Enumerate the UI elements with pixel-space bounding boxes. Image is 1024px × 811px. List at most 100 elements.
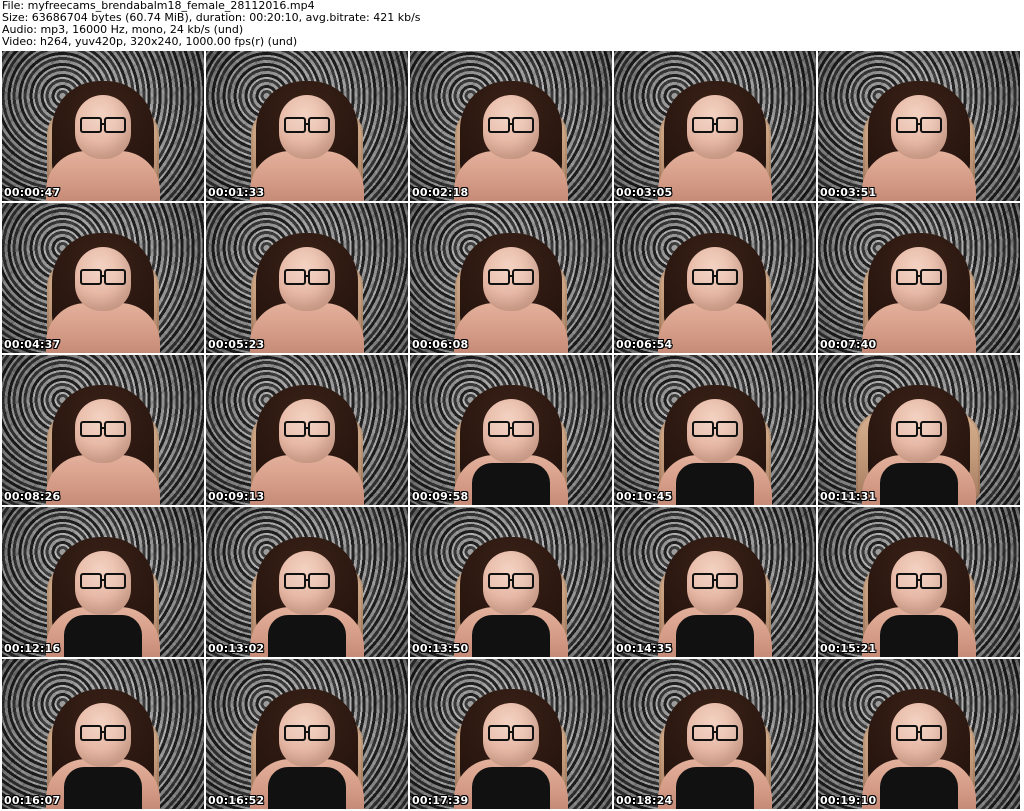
glasses-lens-right bbox=[308, 117, 330, 133]
video-thumbnail: 00:02:18 bbox=[410, 51, 612, 201]
glasses-lens-left bbox=[80, 421, 102, 437]
black-top bbox=[676, 615, 754, 657]
glasses-lens-right bbox=[308, 725, 330, 741]
thumbnail-timestamp: 00:03:51 bbox=[820, 186, 877, 199]
glasses-lens-left bbox=[284, 117, 306, 133]
glasses-icon bbox=[284, 573, 330, 589]
glasses-lens-left bbox=[284, 269, 306, 285]
video-thumbnail: 00:11:31 bbox=[818, 355, 1020, 505]
black-top bbox=[472, 463, 550, 505]
glasses-icon bbox=[80, 725, 126, 741]
glasses-lens-left bbox=[80, 117, 102, 133]
black-top bbox=[64, 615, 142, 657]
thumbnail-timestamp: 00:13:50 bbox=[412, 642, 469, 655]
glasses-lens-left bbox=[80, 269, 102, 285]
glasses-icon bbox=[488, 725, 534, 741]
glasses-lens-left bbox=[80, 573, 102, 589]
video-thumbnail: 00:06:08 bbox=[410, 203, 612, 353]
glasses-icon bbox=[488, 421, 534, 437]
glasses-icon bbox=[488, 573, 534, 589]
thumbnail-timestamp: 00:15:21 bbox=[820, 642, 877, 655]
glasses-lens-left bbox=[488, 421, 510, 437]
video-thumbnail: 00:09:58 bbox=[410, 355, 612, 505]
glasses-lens-left bbox=[896, 269, 918, 285]
video-thumbnail: 00:00:47 bbox=[2, 51, 204, 201]
video-thumbnail: 00:17:39 bbox=[410, 659, 612, 809]
glasses-lens-right bbox=[920, 117, 942, 133]
video-thumbnail: 00:08:26 bbox=[2, 355, 204, 505]
glasses-lens-right bbox=[512, 573, 534, 589]
thumbnail-timestamp: 00:03:05 bbox=[616, 186, 673, 199]
video-info-header: File: myfreecams_brendabalm18_female_281… bbox=[2, 0, 1022, 50]
glasses-icon bbox=[80, 573, 126, 589]
glasses-lens-right bbox=[716, 117, 738, 133]
glasses-icon bbox=[692, 421, 738, 437]
thumbnail-timestamp: 00:12:16 bbox=[4, 642, 61, 655]
thumbnail-timestamp: 00:13:02 bbox=[208, 642, 265, 655]
video-thumbnail: 00:13:50 bbox=[410, 507, 612, 657]
thumbnail-timestamp: 00:06:54 bbox=[616, 338, 673, 351]
black-top bbox=[676, 463, 754, 505]
glasses-lens-left bbox=[896, 421, 918, 437]
glasses-lens-left bbox=[896, 725, 918, 741]
glasses-lens-left bbox=[488, 269, 510, 285]
glasses-lens-right bbox=[104, 421, 126, 437]
glasses-lens-left bbox=[692, 573, 714, 589]
thumbnail-timestamp: 00:05:23 bbox=[208, 338, 265, 351]
black-top bbox=[880, 615, 958, 657]
thumbnail-grid: 00:00:47 00:01:33 00:02:18 00:03:05 00:03:51… bbox=[0, 51, 1024, 811]
glasses-lens-right bbox=[920, 725, 942, 741]
glasses-lens-left bbox=[692, 269, 714, 285]
glasses-lens-left bbox=[692, 117, 714, 133]
glasses-lens-right bbox=[308, 573, 330, 589]
glasses-icon bbox=[692, 269, 738, 285]
black-top bbox=[676, 767, 754, 809]
thumbnail-timestamp: 00:07:40 bbox=[820, 338, 877, 351]
black-top bbox=[64, 767, 142, 809]
glasses-lens-left bbox=[80, 725, 102, 741]
video-thumbnail: 00:03:05 bbox=[614, 51, 816, 201]
video-thumbnail: 00:12:16 bbox=[2, 507, 204, 657]
glasses-lens-right bbox=[716, 725, 738, 741]
thumbnail-timestamp: 00:10:45 bbox=[616, 490, 673, 503]
glasses-lens-right bbox=[512, 421, 534, 437]
glasses-lens-left bbox=[488, 117, 510, 133]
glasses-lens-right bbox=[512, 725, 534, 741]
video-thumbnail: 00:10:45 bbox=[614, 355, 816, 505]
thumbnail-timestamp: 00:08:26 bbox=[4, 490, 61, 503]
glasses-lens-left bbox=[896, 117, 918, 133]
video-thumbnail: 00:05:23 bbox=[206, 203, 408, 353]
video-info: Video: h264, yuv420p, 320x240, 1000.00 f… bbox=[2, 35, 298, 48]
thumbnail-timestamp: 00:01:33 bbox=[208, 186, 265, 199]
video-thumbnail: 00:16:07 bbox=[2, 659, 204, 809]
glasses-icon bbox=[692, 117, 738, 133]
glasses-icon bbox=[284, 269, 330, 285]
glasses-lens-left bbox=[284, 573, 306, 589]
glasses-lens-right bbox=[716, 573, 738, 589]
black-top bbox=[880, 463, 958, 505]
video-thumbnail: 00:19:10 bbox=[818, 659, 1020, 809]
glasses-icon bbox=[896, 421, 942, 437]
glasses-icon bbox=[488, 269, 534, 285]
glasses-lens-right bbox=[512, 117, 534, 133]
thumbnail-timestamp: 00:16:07 bbox=[4, 794, 61, 807]
glasses-lens-right bbox=[716, 421, 738, 437]
video-thumbnail: 00:13:02 bbox=[206, 507, 408, 657]
glasses-lens-left bbox=[284, 725, 306, 741]
thumbnail-timestamp: 00:09:58 bbox=[412, 490, 469, 503]
glasses-icon bbox=[284, 421, 330, 437]
glasses-lens-left bbox=[488, 725, 510, 741]
glasses-lens-right bbox=[104, 573, 126, 589]
glasses-lens-right bbox=[512, 269, 534, 285]
video-thumbnail: 00:04:37 bbox=[2, 203, 204, 353]
glasses-lens-right bbox=[920, 421, 942, 437]
video-thumbnail: 00:01:33 bbox=[206, 51, 408, 201]
black-top bbox=[472, 615, 550, 657]
glasses-icon bbox=[896, 573, 942, 589]
black-top bbox=[472, 767, 550, 809]
video-thumbnail: 00:07:40 bbox=[818, 203, 1020, 353]
thumbnail-timestamp: 00:11:31 bbox=[820, 490, 877, 503]
glasses-lens-left bbox=[692, 421, 714, 437]
thumbnail-timestamp: 00:18:24 bbox=[616, 794, 673, 807]
glasses-lens-right bbox=[920, 573, 942, 589]
